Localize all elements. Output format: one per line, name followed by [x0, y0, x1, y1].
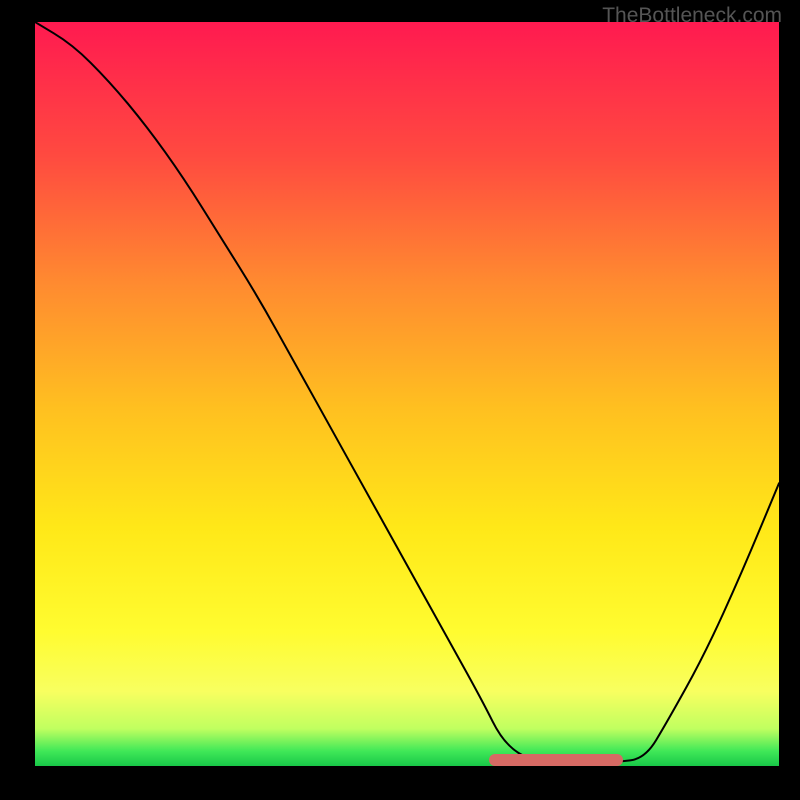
watermark-text: TheBottleneck.com — [602, 4, 782, 28]
curve-svg — [35, 22, 779, 766]
optimal-region-marker — [489, 754, 623, 766]
chart-container: TheBottleneck.com — [0, 0, 800, 800]
plot-area — [35, 22, 779, 766]
bottleneck-curve-path — [35, 22, 779, 762]
